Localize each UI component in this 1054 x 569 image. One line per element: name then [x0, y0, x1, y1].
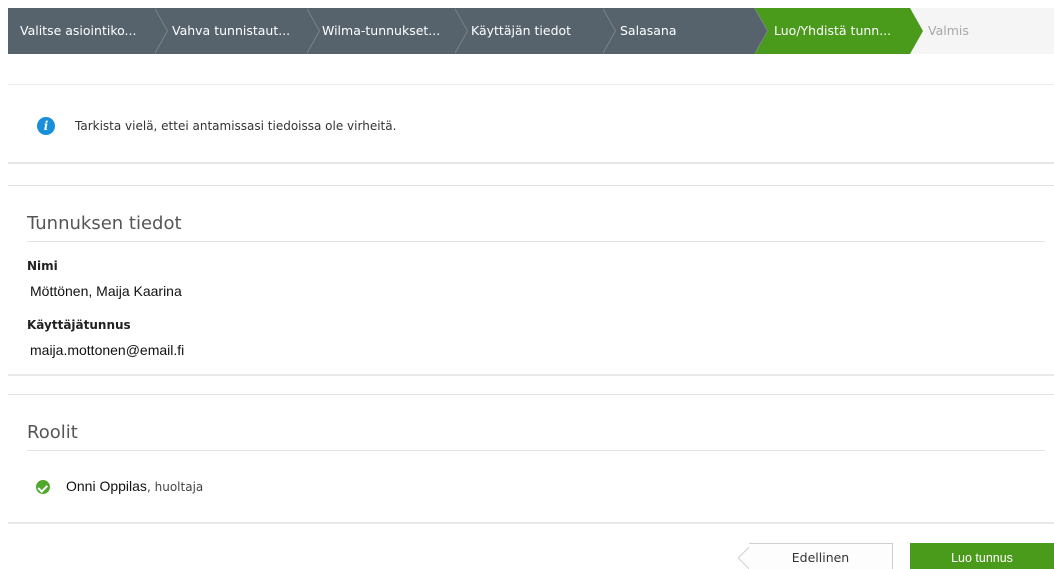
role-type: , huoltaja	[147, 480, 204, 494]
wizard-step-label: Valmis	[928, 23, 969, 38]
info-text: Tarkista vielä, ettei antamissasi tiedoi…	[75, 119, 397, 133]
step-separator	[454, 8, 467, 54]
section-rule	[27, 241, 1045, 242]
wizard-step-3[interactable]: Wilma-tunnukset...	[306, 8, 468, 54]
wizard-step-5[interactable]: Salasana	[602, 8, 768, 54]
section-rule	[27, 450, 1045, 451]
step-separator	[154, 8, 167, 54]
wizard-step-label: Wilma-tunnukset...	[322, 23, 441, 38]
wizard-step-4[interactable]: Käyttäjän tiedot	[454, 8, 616, 54]
role-person-name: Onni Oppilas	[66, 478, 147, 494]
name-value: Möttönen, Maija Kaarina	[30, 283, 182, 299]
username-label: Käyttäjätunnus	[27, 318, 131, 332]
wizard-step-label: Käyttäjän tiedot	[471, 23, 572, 38]
wizard-step-7: Valmis	[910, 8, 1054, 54]
username-value: maija.mottonen@email.fi	[30, 342, 185, 358]
wizard-step-1[interactable]: Valitse asiointiko...	[8, 8, 168, 54]
check-circle-icon	[36, 480, 50, 494]
info-icon: i	[37, 117, 55, 135]
section-title-roles: Roolit	[27, 422, 78, 443]
previous-button[interactable]: Edellinen	[749, 543, 893, 569]
wizard-step-label: Valitse asiointiko...	[20, 23, 137, 38]
wizard-step-6-active[interactable]: Luo/Yhdistä tunn...	[754, 8, 924, 54]
section-divider	[8, 394, 1054, 395]
info-notice: i Tarkista vielä, ettei antamissasi tied…	[8, 84, 1054, 164]
wizard-step-2[interactable]: Vahva tunnistaut...	[154, 8, 320, 54]
section-title-account: Tunnuksen tiedot	[27, 213, 182, 234]
section-divider	[8, 374, 1054, 376]
step-separator	[306, 8, 319, 54]
name-label: Nimi	[27, 259, 58, 273]
wizard-step-label: Luo/Yhdistä tunn...	[774, 23, 892, 38]
step-separator	[754, 8, 767, 54]
section-divider	[8, 522, 1054, 524]
section-divider	[8, 185, 1054, 186]
wizard-step-label: Salasana	[620, 23, 677, 38]
wizard-step-label: Vahva tunnistaut...	[172, 23, 291, 38]
create-account-button[interactable]: Luo tunnus	[910, 543, 1054, 569]
step-separator	[910, 8, 923, 54]
step-separator	[602, 8, 615, 54]
wizard-step-bar: Valitse asiointiko... Vahva tunnistaut..…	[8, 8, 1054, 54]
